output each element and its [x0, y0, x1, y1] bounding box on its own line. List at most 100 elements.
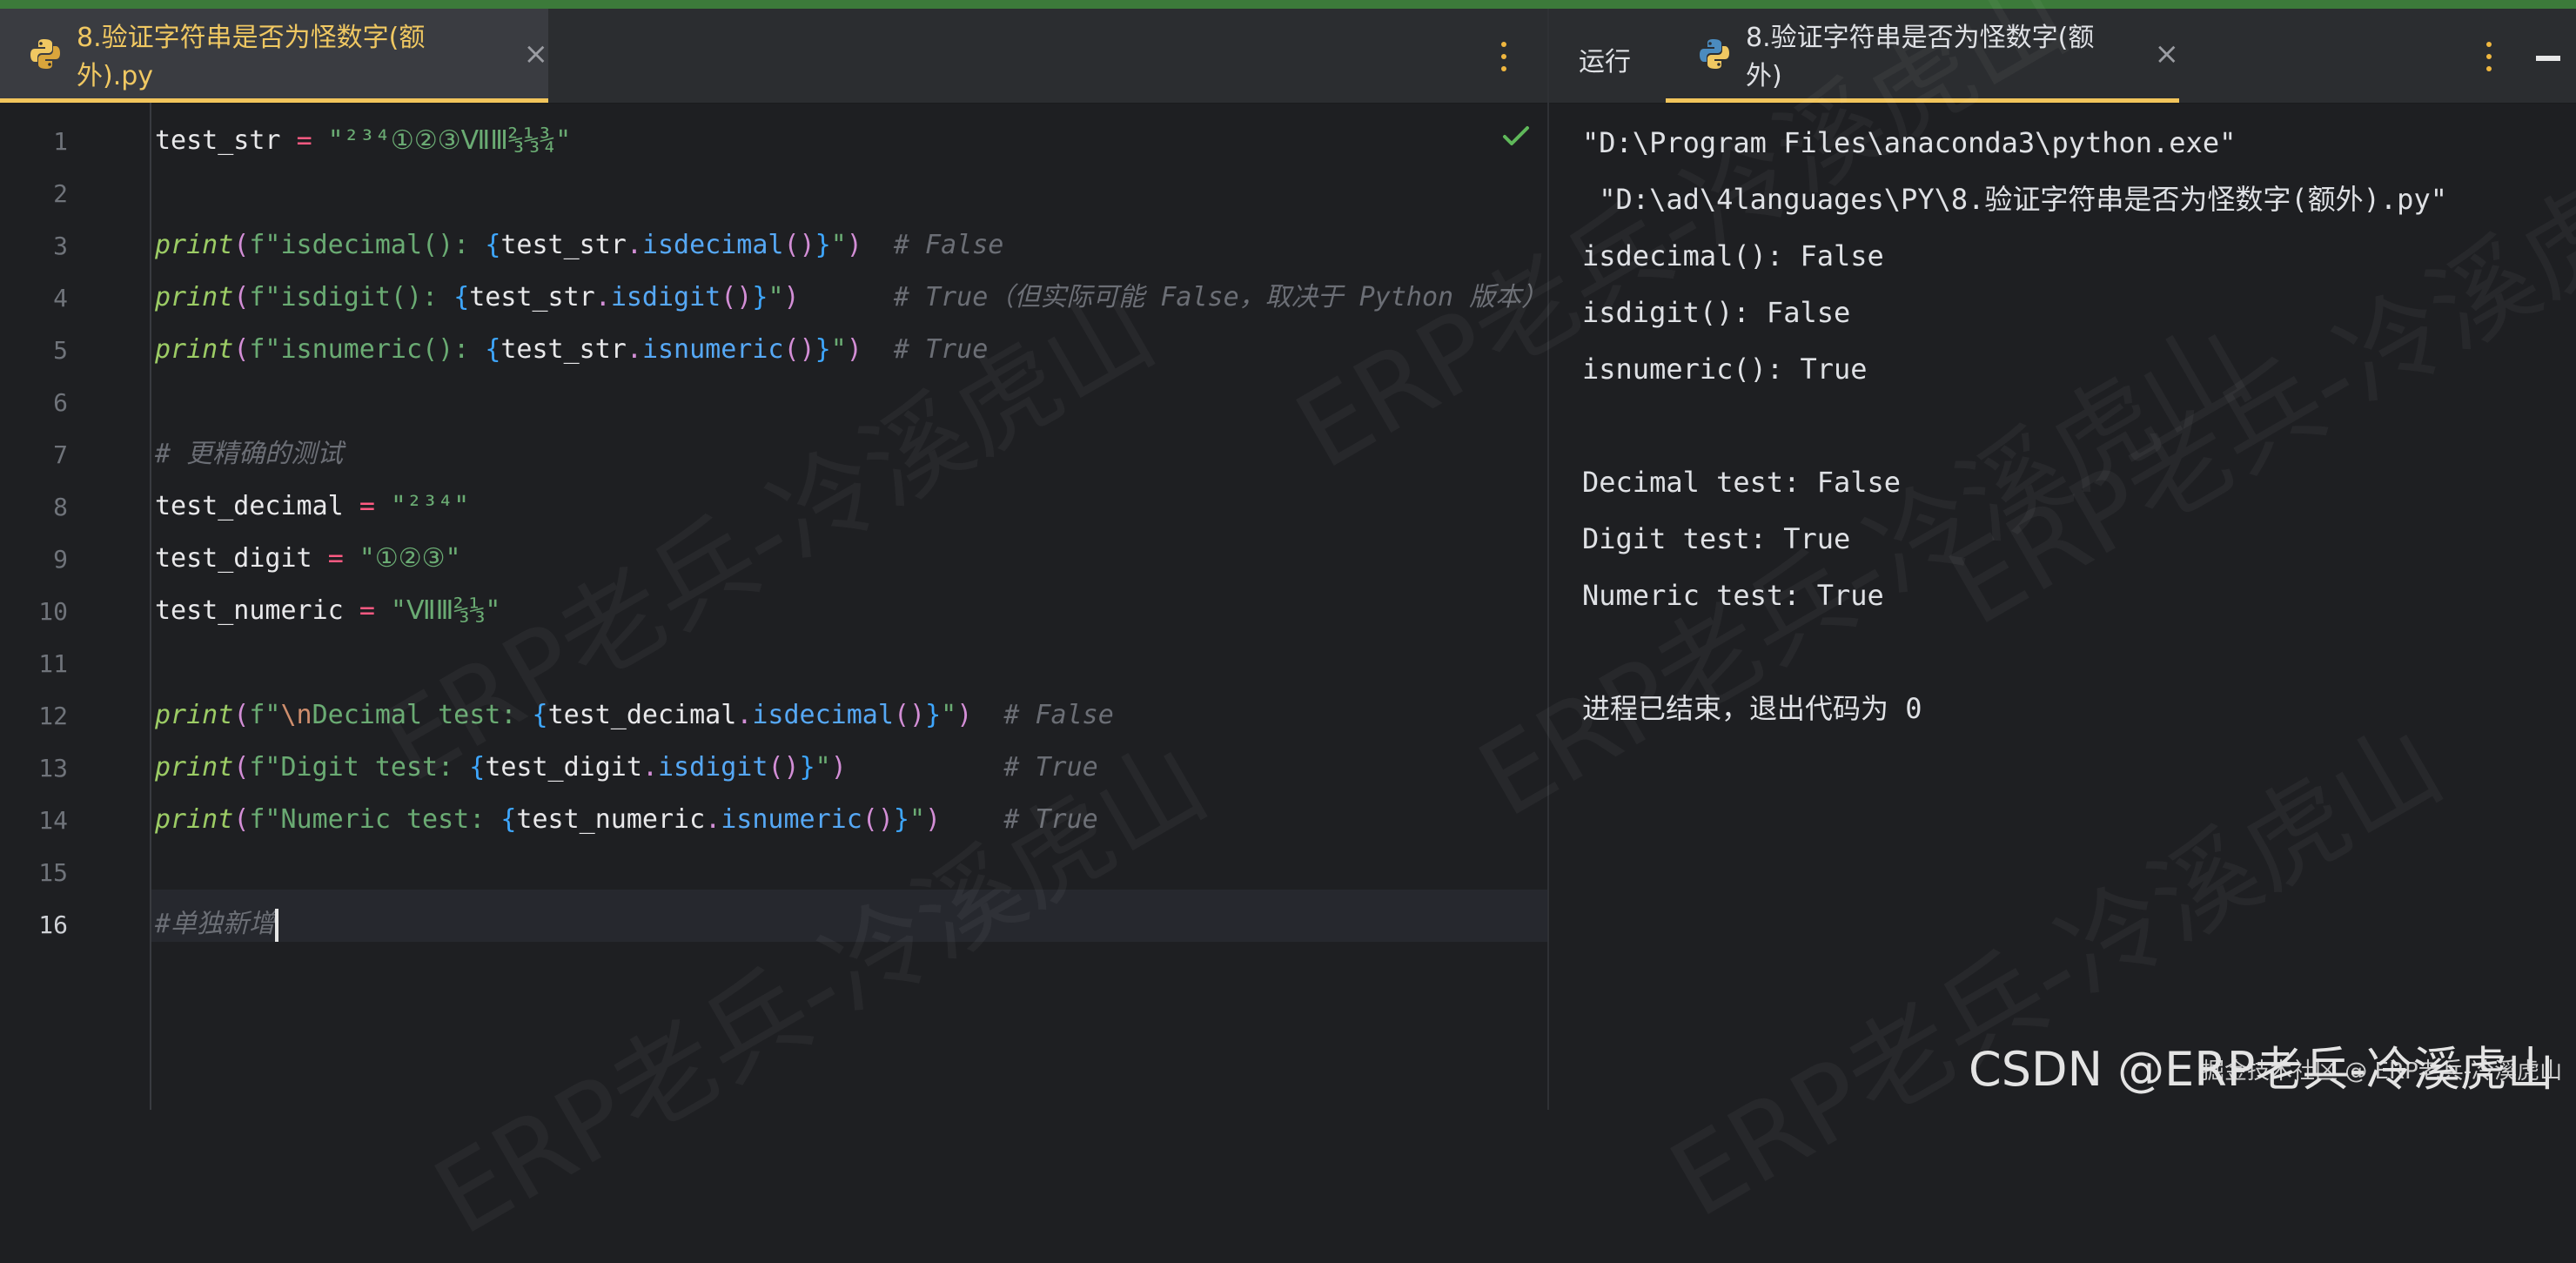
- editor-tab-bar: 8.验证字符串是否为怪数字(额外).py ×: [0, 9, 1547, 104]
- code-token: ): [846, 334, 862, 365]
- run-tab-bar: 运行 8.验证字符串是否为怪数字(额外) ×: [1549, 9, 2576, 104]
- code-token: test_numeric: [155, 595, 359, 626]
- line-number: 8: [53, 493, 68, 521]
- code-line: print(f"Digit test: {test_digit.isdigit(…: [155, 742, 1098, 794]
- code-token: test_numeric: [516, 804, 706, 835]
- code-token: (): [768, 752, 800, 783]
- code-token: ": [941, 700, 957, 730]
- code-line: test_decimal = "²³⁴": [155, 480, 469, 533]
- code-token: ": [815, 752, 831, 783]
- code-token: isdecimal: [752, 700, 894, 730]
- code-token: {: [469, 752, 486, 783]
- code-token: test_str: [469, 282, 595, 312]
- console-line: Numeric test: True: [1582, 579, 1884, 612]
- code-line: #单独新增: [155, 898, 279, 951]
- code-token: # 更精确的测试: [155, 439, 344, 469]
- close-icon[interactable]: ×: [524, 37, 549, 71]
- run-config-tab[interactable]: 8.验证字符串是否为怪数字(额外) ×: [1666, 9, 2179, 103]
- code-token: # True: [862, 334, 989, 365]
- code-token: (): [893, 700, 926, 730]
- code-token: test_str: [500, 230, 627, 260]
- code-token: test_digit: [485, 752, 642, 783]
- console-line: Digit test: True: [1582, 522, 1851, 555]
- code-token: ": [909, 804, 926, 835]
- editor-file-tab[interactable]: 8.验证字符串是否为怪数字(额外).py ×: [0, 9, 548, 103]
- code-token: (: [233, 752, 250, 783]
- code-token: #单独新增: [155, 909, 276, 939]
- console-line: isnumeric(): True: [1582, 353, 1868, 386]
- code-token: .: [626, 230, 642, 260]
- code-token: f"isdecimal():: [249, 230, 486, 260]
- editor-pane: 8.验证字符串是否为怪数字(额外).py × 1 2 3 4 5 6 7 8 9 10 11 12 13…: [0, 9, 1547, 1110]
- code-token: {: [532, 700, 548, 730]
- line-number: 7: [53, 440, 68, 469]
- line-number: 3: [53, 232, 68, 260]
- code-token: print: [155, 230, 234, 260]
- python-icon: [30, 38, 60, 69]
- code-token: Decimal test:: [312, 700, 533, 730]
- code-token: {: [485, 230, 501, 260]
- code-token: (): [783, 230, 815, 260]
- code-token: f"Digit test:: [249, 752, 470, 783]
- checkmark-icon: [1503, 126, 1529, 145]
- console-line: isdecimal(): False: [1582, 239, 1884, 272]
- code-token: }: [799, 752, 815, 783]
- code-line: test_str = "²³⁴①②③ⅦⅢ⅔⅓¾": [155, 115, 571, 167]
- csdn-watermark: CSDN @ERP老兵-冷溪虎山: [1969, 1042, 2554, 1097]
- run-pane: 运行 8.验证字符串是否为怪数字(额外) × "D:\Program Files…: [1547, 9, 2576, 1110]
- code-token: =: [327, 543, 344, 574]
- line-number: 9: [53, 545, 68, 574]
- run-more-icon[interactable]: [2485, 42, 2492, 71]
- code-token: (: [233, 804, 250, 835]
- code-token: ): [783, 282, 800, 312]
- code-line: print(f"isnumeric(): {test_str.isnumeric…: [155, 324, 988, 376]
- code-token: print: [155, 752, 234, 783]
- code-token: test_decimal: [155, 491, 359, 521]
- python-icon: [1700, 38, 1729, 69]
- code-token: test_str: [500, 334, 627, 365]
- console-line: "D:\Program Files\anaconda3\python.exe": [1582, 126, 2237, 159]
- code-token: }: [752, 282, 768, 312]
- run-label[interactable]: 运行: [1579, 40, 1631, 78]
- code-token: ": [830, 230, 847, 260]
- code-token: "²³⁴①②③ⅦⅢ⅔⅓¾": [312, 125, 572, 156]
- line-number: 6: [53, 388, 68, 417]
- line-number: 14: [38, 806, 68, 835]
- line-number: 12: [38, 702, 68, 730]
- console-line: Decimal test: False: [1582, 466, 1902, 499]
- code-token: {: [485, 334, 501, 365]
- code-token: isdigit: [610, 282, 721, 312]
- code-token: # True（但实际可能 False，取决于 Python 版本）: [799, 282, 1548, 312]
- code-token: .: [705, 804, 721, 835]
- code-token: "①②③": [343, 543, 461, 574]
- code-token: # False: [862, 230, 1004, 260]
- code-token: print: [155, 334, 234, 365]
- line-number: 5: [53, 336, 68, 365]
- code-token: (): [721, 282, 753, 312]
- code-token: .: [641, 752, 658, 783]
- console-line: isdigit(): False: [1582, 296, 1851, 329]
- code-token: print: [155, 804, 234, 835]
- code-token: isnumeric: [721, 804, 862, 835]
- code-token: }: [815, 230, 831, 260]
- close-icon[interactable]: ×: [2155, 37, 2180, 71]
- code-token: ): [846, 230, 862, 260]
- code-token: =: [359, 491, 375, 521]
- code-token: (: [233, 334, 250, 365]
- editor-more-icon[interactable]: [1500, 42, 1507, 71]
- code-token: {: [453, 282, 470, 312]
- console-line: "D:\ad\4languages\PY\8.验证字符串是否为怪数字(额外).p…: [1582, 183, 2447, 216]
- code-token: ": [830, 334, 847, 365]
- line-number: 4: [53, 284, 68, 312]
- code-line: print(f"isdecimal(): {test_str.isdecimal…: [155, 219, 1003, 272]
- code-token: (): [783, 334, 815, 365]
- code-token: isnumeric: [641, 334, 784, 365]
- code-token: "²³⁴": [374, 491, 470, 521]
- code-token: (: [233, 282, 250, 312]
- minimize-icon[interactable]: [2536, 56, 2560, 61]
- console-line: 进程已结束，退出代码为 0: [1582, 692, 1922, 725]
- line-number: 13: [38, 754, 68, 783]
- line-number: 16: [38, 910, 68, 939]
- code-token: .: [594, 282, 611, 312]
- editor-tab-filename: 8.验证字符串是否为怪数字(额外).py: [77, 22, 426, 91]
